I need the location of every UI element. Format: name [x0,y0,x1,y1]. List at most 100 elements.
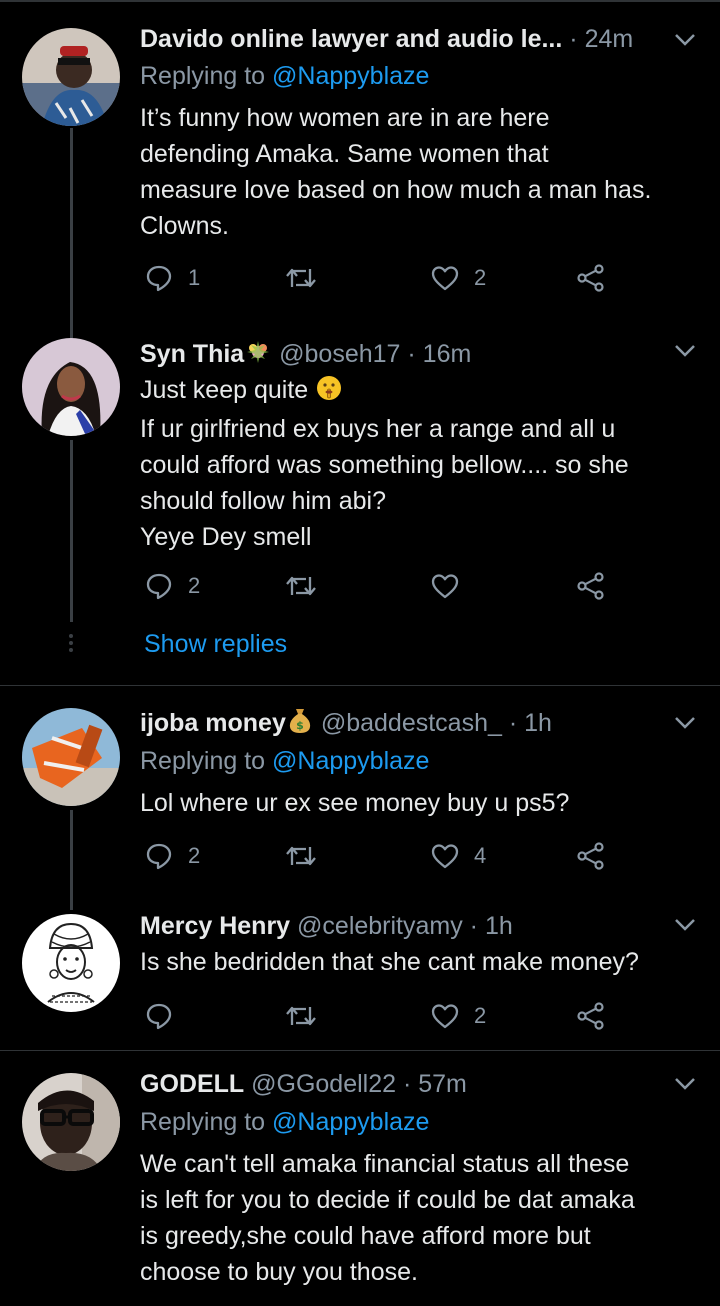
mention-link[interactable]: @Nappyblaze [272,62,429,90]
chevron-down-icon[interactable] [674,716,696,730]
chevron-down-icon[interactable] [674,33,696,47]
share-icon [577,264,604,292]
svg-text:$: $ [296,719,304,732]
tweet-1[interactable]: Davido online lawyer and audio le... · 2… [0,0,720,330]
share-icon [577,842,604,870]
timestamp[interactable]: 16m [423,340,472,368]
retweet-button[interactable] [284,258,318,298]
tweet-actions: 2 [140,566,610,606]
retweet-button[interactable] [284,566,318,606]
chevron-down-icon[interactable] [674,344,696,358]
like-count: 4 [474,843,487,868]
share-button[interactable] [576,258,606,298]
tweet-text-line: If ur girlfriend ex buys her a range and… [140,415,616,443]
retweet-button[interactable] [284,836,318,876]
share-icon [577,572,604,600]
reply-icon [146,843,172,870]
chevron-down-icon[interactable] [674,1077,696,1091]
avatar[interactable] [22,338,120,436]
reply-button[interactable] [144,996,174,1036]
like-button[interactable]: 4 [430,836,486,876]
timestamp[interactable]: 1h [524,709,552,737]
tweet-text-line: should follow him abi? [140,487,386,515]
reply-count: 1 [188,265,201,290]
display-name[interactable]: Mercy Henry [140,912,290,940]
heart-icon [431,844,459,869]
tweet-text-line: It’s funny how women are in are here [140,104,550,132]
mention-link[interactable]: @Nappyblaze [272,747,429,775]
avatar[interactable] [22,914,120,1012]
separator: · [400,340,423,368]
user-handle[interactable]: @celebrityamy [297,912,463,940]
show-replies-link[interactable]: Show replies [144,626,287,662]
tweet-text-line: is left for you to decide if could be da… [140,1186,635,1214]
tweet-text-line: Is she bedridden that she cant make mone… [140,948,639,976]
replying-label: Replying to [140,747,266,775]
avatar-photo-icon [22,1073,120,1171]
reply-button[interactable]: 1 [144,258,200,298]
separator: · [569,25,585,53]
share-button[interactable] [576,566,606,606]
tweet-2[interactable]: Syn Thia @boseh17 · 16m Just keep quite … [0,330,720,684]
tweet-text: Lol where ur ex see money buy u ps5? [140,785,705,821]
tweet-header: Davido online lawyer and audio le... · 2… [140,21,700,57]
retweet-icon [286,268,316,288]
timestamp[interactable]: 1h [485,912,513,940]
timestamp[interactable]: 24m [585,25,634,53]
user-handle[interactable]: @baddestcash_ [321,709,502,737]
like-count: 2 [474,1003,487,1028]
tweet-4[interactable]: Mercy Henry @celebrityamy · 1h Is she be… [0,898,720,1050]
separator: · [462,912,485,940]
sparkle-bouquet-icon [245,339,271,372]
share-button[interactable] [576,836,606,876]
tweet-actions: 1 2 [140,258,610,298]
avatar[interactable] [22,1073,120,1171]
mention-link[interactable]: @Nappyblaze [272,1108,429,1136]
display-name[interactable]: Davido online lawyer and audio le... [140,25,562,53]
share-button[interactable] [576,996,606,1036]
retweet-button[interactable] [284,996,318,1036]
tweet-text-line: could afford was something bellow.... so… [140,451,629,479]
tweet-text-line: Clowns. [140,212,229,240]
timestamp[interactable]: 57m [418,1070,467,1098]
tweet-actions: 2 [140,996,610,1036]
like-button[interactable]: 2 [430,258,486,298]
chevron-down-icon[interactable] [674,918,696,932]
retweet-icon [286,1006,316,1026]
avatar[interactable] [22,708,120,806]
money-bag-icon: $ [287,706,313,741]
retweet-icon [286,576,316,596]
shushing-face-icon [316,375,342,411]
tweet-text-line: Just keep quite [140,372,705,411]
separator: · [501,709,525,737]
separator: · [396,1070,419,1098]
tweet-header: Syn Thia @boseh17 · 16m [140,336,700,372]
tweet-header: GODELL @GGodell22 · 57m [140,1066,700,1102]
replying-label: Replying to [140,1108,266,1136]
tweet-text: Is she bedridden that she cant make mone… [140,944,705,980]
tweet-text-line: We can't tell amaka financial status all… [140,1150,630,1178]
like-button[interactable]: 2 [430,996,486,1036]
reply-icon [146,1003,172,1030]
reply-button[interactable]: 2 [144,566,200,606]
tweet-text-line: is greedy,she could have afford more but [140,1222,591,1250]
display-name[interactable]: ijoba money [140,709,286,737]
heart-icon [431,574,459,599]
tweet-header: ijoba money $ @baddestcash_ · 1h [140,705,700,741]
reply-icon [146,265,172,292]
tweet-text-line-content: Just keep quite [140,376,309,404]
tweet-text-line: Lol where ur ex see money buy u ps5? [140,789,570,817]
tweet-5[interactable]: GODELL @GGodell22 · 57m Replying to @Nap… [0,1051,720,1306]
reply-button[interactable]: 2 [144,836,200,876]
user-handle[interactable]: @boseh17 [279,340,400,368]
user-handle[interactable]: @GGodell22 [251,1070,396,1098]
avatar[interactable] [22,28,120,126]
display-name[interactable]: GODELL [140,1070,244,1098]
tweet-3[interactable]: ijoba money $ @baddestcash_ · 1h Replying… [0,686,720,898]
replying-to: Replying to @Nappyblaze [140,58,429,94]
tweet-text-line: defending Amaka. Same women that [140,140,549,168]
like-button[interactable] [430,566,460,606]
replying-to: Replying to @Nappyblaze [140,1104,429,1140]
tweet-actions: 2 4 [140,836,610,876]
display-name[interactable]: Syn Thia [140,340,244,368]
